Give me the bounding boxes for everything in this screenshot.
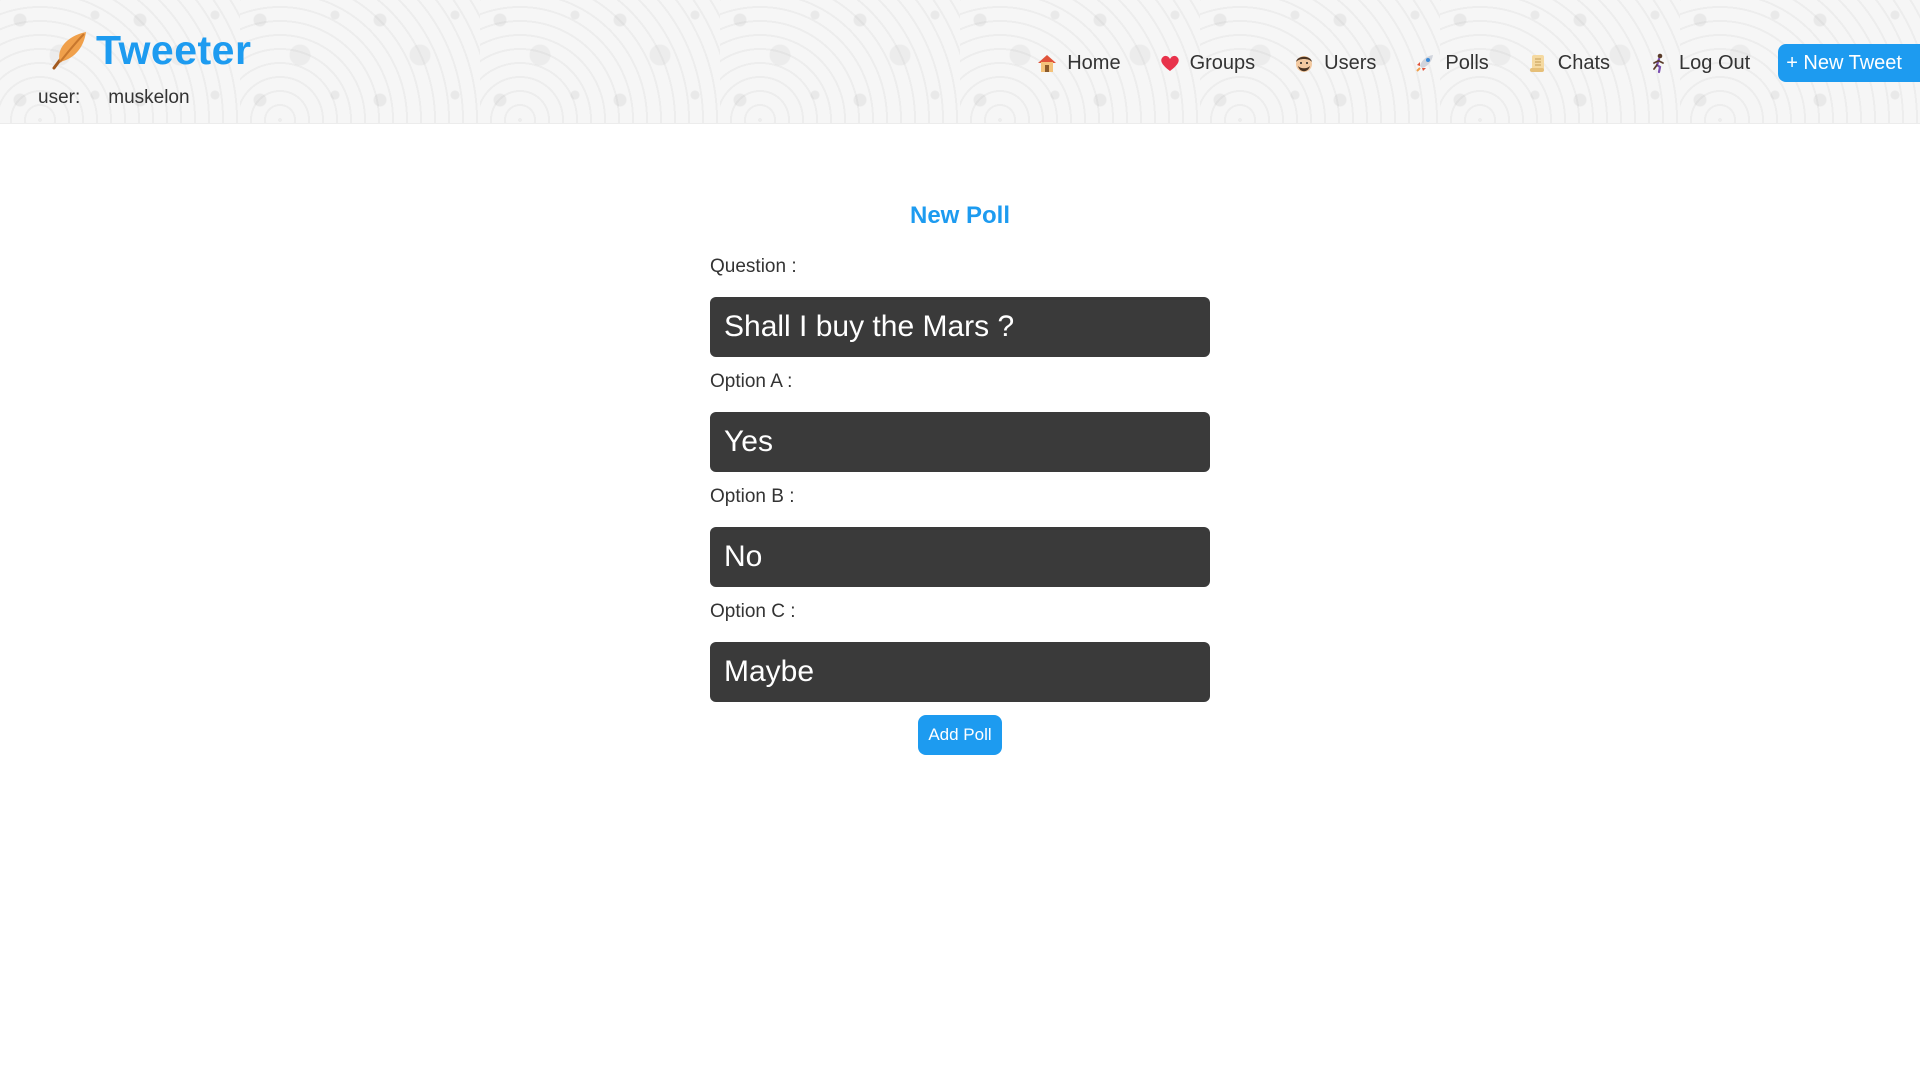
option-c-input[interactable]: [710, 642, 1210, 702]
face-icon: [1296, 56, 1313, 72]
nav-item-logout[interactable]: Log Out: [1648, 52, 1750, 75]
nav-label-logout: Log Out: [1679, 51, 1751, 74]
option-a-label: Option A :: [710, 371, 793, 392]
feather-icon: [52, 32, 86, 70]
new-tweet-button[interactable]: + New Tweet: [1778, 44, 1920, 82]
username: muskelon: [108, 87, 190, 108]
header: Tweeter user: muskelon Home Groups Users…: [0, 0, 1920, 124]
rocket-icon: [1416, 55, 1434, 72]
nav-item-users[interactable]: Users: [1293, 52, 1376, 75]
user-info: user: muskelon: [38, 87, 190, 109]
nav-label-users: Users: [1324, 51, 1377, 74]
house-icon: [1038, 55, 1057, 72]
nav-item-polls[interactable]: Polls: [1414, 51, 1489, 75]
nav-item-chats[interactable]: Chats: [1527, 52, 1610, 75]
heart-icon: [1160, 55, 1179, 71]
page-title: New Poll: [909, 202, 1011, 229]
nav-label-chats: Chats: [1557, 51, 1611, 74]
nav-label-groups: Groups: [1189, 51, 1256, 74]
option-c-label: Option C :: [710, 601, 796, 622]
add-poll-button[interactable]: Add Poll: [918, 715, 1002, 755]
nav-label-home: Home: [1067, 51, 1121, 74]
question-label: Question :: [710, 256, 797, 277]
scroll-icon: [1529, 55, 1544, 72]
app-name: Tweeter: [96, 26, 252, 73]
nav-item-groups[interactable]: Groups: [1159, 51, 1256, 75]
option-b-input[interactable]: [710, 527, 1210, 587]
running-person-icon: [1653, 53, 1664, 74]
question-input[interactable]: [710, 297, 1210, 357]
user-label: user:: [38, 87, 81, 108]
app-logo[interactable]: Tweeter: [46, 26, 251, 74]
main-nav: Home Groups Users Polls Chats Log Out + …: [1036, 44, 1920, 82]
submit-row: Add Poll: [710, 715, 1210, 755]
nav-label-polls: Polls: [1445, 51, 1489, 74]
nav-item-home[interactable]: Home: [1036, 51, 1121, 75]
new-poll-form: New Poll Question : Option A : Option B …: [710, 196, 1210, 755]
option-a-input[interactable]: [710, 412, 1210, 472]
option-b-label: Option B :: [710, 486, 795, 507]
